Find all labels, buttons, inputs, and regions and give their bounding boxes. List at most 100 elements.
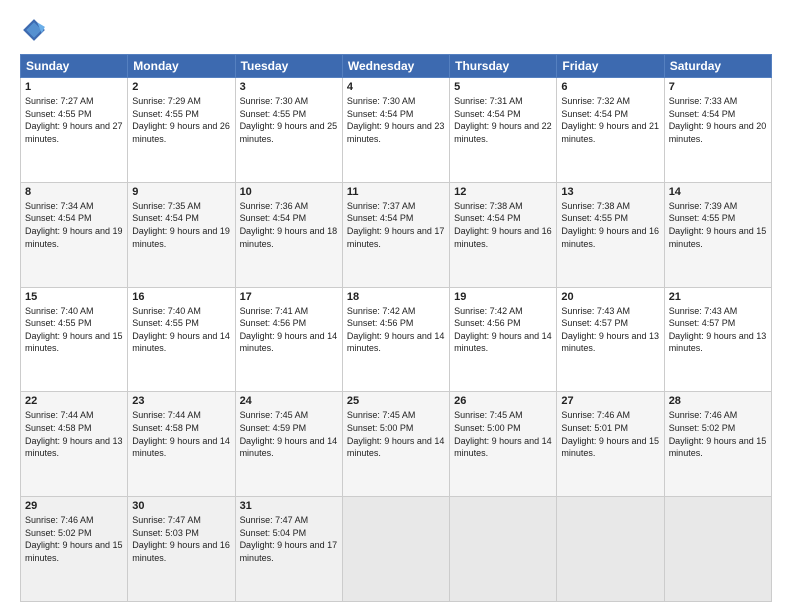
day-info: Sunrise: 7:42 AMSunset: 4:56 PMDaylight:… (454, 306, 552, 354)
day-info: Sunrise: 7:47 AMSunset: 5:04 PMDaylight:… (240, 515, 338, 563)
day-number: 22 (25, 395, 123, 407)
calendar-cell: 9 Sunrise: 7:35 AMSunset: 4:54 PMDayligh… (128, 182, 235, 287)
day-header: Friday (557, 55, 664, 78)
day-info: Sunrise: 7:45 AMSunset: 5:00 PMDaylight:… (347, 410, 445, 458)
day-number: 15 (25, 291, 123, 303)
calendar-week: 8 Sunrise: 7:34 AMSunset: 4:54 PMDayligh… (21, 182, 772, 287)
calendar-cell: 11 Sunrise: 7:37 AMSunset: 4:54 PMDaylig… (342, 182, 449, 287)
day-number: 27 (561, 395, 659, 407)
day-info: Sunrise: 7:41 AMSunset: 4:56 PMDaylight:… (240, 306, 338, 354)
calendar-table: SundayMondayTuesdayWednesdayThursdayFrid… (20, 54, 772, 602)
day-number: 20 (561, 291, 659, 303)
day-number: 31 (240, 500, 338, 512)
day-number: 23 (132, 395, 230, 407)
day-number: 18 (347, 291, 445, 303)
day-info: Sunrise: 7:45 AMSunset: 4:59 PMDaylight:… (240, 410, 338, 458)
calendar-cell: 13 Sunrise: 7:38 AMSunset: 4:55 PMDaylig… (557, 182, 664, 287)
logo (20, 16, 52, 44)
day-info: Sunrise: 7:45 AMSunset: 5:00 PMDaylight:… (454, 410, 552, 458)
day-header: Thursday (450, 55, 557, 78)
day-info: Sunrise: 7:27 AMSunset: 4:55 PMDaylight:… (25, 96, 123, 144)
calendar-cell: 4 Sunrise: 7:30 AMSunset: 4:54 PMDayligh… (342, 78, 449, 183)
calendar-cell: 18 Sunrise: 7:42 AMSunset: 4:56 PMDaylig… (342, 287, 449, 392)
calendar-cell: 31 Sunrise: 7:47 AMSunset: 5:04 PMDaylig… (235, 497, 342, 602)
calendar-cell: 1 Sunrise: 7:27 AMSunset: 4:55 PMDayligh… (21, 78, 128, 183)
day-number: 19 (454, 291, 552, 303)
day-number: 13 (561, 186, 659, 198)
header (20, 16, 772, 44)
day-info: Sunrise: 7:31 AMSunset: 4:54 PMDaylight:… (454, 96, 552, 144)
day-number: 4 (347, 81, 445, 93)
day-number: 2 (132, 81, 230, 93)
day-number: 9 (132, 186, 230, 198)
day-info: Sunrise: 7:30 AMSunset: 4:55 PMDaylight:… (240, 96, 338, 144)
day-number: 24 (240, 395, 338, 407)
calendar-cell: 29 Sunrise: 7:46 AMSunset: 5:02 PMDaylig… (21, 497, 128, 602)
day-number: 12 (454, 186, 552, 198)
day-info: Sunrise: 7:43 AMSunset: 4:57 PMDaylight:… (561, 306, 659, 354)
calendar-week: 22 Sunrise: 7:44 AMSunset: 4:58 PMDaylig… (21, 392, 772, 497)
calendar-cell: 14 Sunrise: 7:39 AMSunset: 4:55 PMDaylig… (664, 182, 771, 287)
day-number: 5 (454, 81, 552, 93)
day-header: Monday (128, 55, 235, 78)
day-number: 29 (25, 500, 123, 512)
day-info: Sunrise: 7:37 AMSunset: 4:54 PMDaylight:… (347, 201, 445, 249)
day-number: 16 (132, 291, 230, 303)
day-number: 6 (561, 81, 659, 93)
logo-icon (20, 16, 48, 44)
day-number: 26 (454, 395, 552, 407)
calendar-cell: 6 Sunrise: 7:32 AMSunset: 4:54 PMDayligh… (557, 78, 664, 183)
calendar-cell: 19 Sunrise: 7:42 AMSunset: 4:56 PMDaylig… (450, 287, 557, 392)
calendar-week: 29 Sunrise: 7:46 AMSunset: 5:02 PMDaylig… (21, 497, 772, 602)
calendar-cell: 2 Sunrise: 7:29 AMSunset: 4:55 PMDayligh… (128, 78, 235, 183)
day-info: Sunrise: 7:46 AMSunset: 5:02 PMDaylight:… (25, 515, 123, 563)
day-number: 17 (240, 291, 338, 303)
page: SundayMondayTuesdayWednesdayThursdayFrid… (0, 0, 792, 612)
day-number: 8 (25, 186, 123, 198)
day-number: 11 (347, 186, 445, 198)
day-info: Sunrise: 7:46 AMSunset: 5:02 PMDaylight:… (669, 410, 767, 458)
day-info: Sunrise: 7:40 AMSunset: 4:55 PMDaylight:… (25, 306, 123, 354)
day-number: 30 (132, 500, 230, 512)
day-info: Sunrise: 7:36 AMSunset: 4:54 PMDaylight:… (240, 201, 338, 249)
calendar-cell: 17 Sunrise: 7:41 AMSunset: 4:56 PMDaylig… (235, 287, 342, 392)
calendar-cell: 30 Sunrise: 7:47 AMSunset: 5:03 PMDaylig… (128, 497, 235, 602)
day-info: Sunrise: 7:38 AMSunset: 4:55 PMDaylight:… (561, 201, 659, 249)
day-number: 7 (669, 81, 767, 93)
calendar-cell: 28 Sunrise: 7:46 AMSunset: 5:02 PMDaylig… (664, 392, 771, 497)
calendar-week: 1 Sunrise: 7:27 AMSunset: 4:55 PMDayligh… (21, 78, 772, 183)
day-info: Sunrise: 7:44 AMSunset: 4:58 PMDaylight:… (132, 410, 230, 458)
calendar-cell (664, 497, 771, 602)
day-number: 21 (669, 291, 767, 303)
day-info: Sunrise: 7:43 AMSunset: 4:57 PMDaylight:… (669, 306, 767, 354)
calendar-cell (342, 497, 449, 602)
day-info: Sunrise: 7:40 AMSunset: 4:55 PMDaylight:… (132, 306, 230, 354)
calendar-cell: 20 Sunrise: 7:43 AMSunset: 4:57 PMDaylig… (557, 287, 664, 392)
calendar-cell: 8 Sunrise: 7:34 AMSunset: 4:54 PMDayligh… (21, 182, 128, 287)
calendar-cell: 26 Sunrise: 7:45 AMSunset: 5:00 PMDaylig… (450, 392, 557, 497)
calendar-cell: 27 Sunrise: 7:46 AMSunset: 5:01 PMDaylig… (557, 392, 664, 497)
day-info: Sunrise: 7:42 AMSunset: 4:56 PMDaylight:… (347, 306, 445, 354)
day-info: Sunrise: 7:46 AMSunset: 5:01 PMDaylight:… (561, 410, 659, 458)
day-info: Sunrise: 7:38 AMSunset: 4:54 PMDaylight:… (454, 201, 552, 249)
calendar-cell: 7 Sunrise: 7:33 AMSunset: 4:54 PMDayligh… (664, 78, 771, 183)
calendar-cell: 23 Sunrise: 7:44 AMSunset: 4:58 PMDaylig… (128, 392, 235, 497)
day-number: 3 (240, 81, 338, 93)
calendar-cell: 22 Sunrise: 7:44 AMSunset: 4:58 PMDaylig… (21, 392, 128, 497)
calendar-cell (557, 497, 664, 602)
calendar-cell: 12 Sunrise: 7:38 AMSunset: 4:54 PMDaylig… (450, 182, 557, 287)
day-header: Sunday (21, 55, 128, 78)
calendar-cell: 5 Sunrise: 7:31 AMSunset: 4:54 PMDayligh… (450, 78, 557, 183)
calendar-week: 15 Sunrise: 7:40 AMSunset: 4:55 PMDaylig… (21, 287, 772, 392)
day-number: 14 (669, 186, 767, 198)
day-info: Sunrise: 7:34 AMSunset: 4:54 PMDaylight:… (25, 201, 123, 249)
day-info: Sunrise: 7:44 AMSunset: 4:58 PMDaylight:… (25, 410, 123, 458)
calendar-cell: 24 Sunrise: 7:45 AMSunset: 4:59 PMDaylig… (235, 392, 342, 497)
day-info: Sunrise: 7:29 AMSunset: 4:55 PMDaylight:… (132, 96, 230, 144)
day-info: Sunrise: 7:35 AMSunset: 4:54 PMDaylight:… (132, 201, 230, 249)
day-info: Sunrise: 7:32 AMSunset: 4:54 PMDaylight:… (561, 96, 659, 144)
day-number: 28 (669, 395, 767, 407)
day-info: Sunrise: 7:33 AMSunset: 4:54 PMDaylight:… (669, 96, 767, 144)
calendar-cell (450, 497, 557, 602)
calendar-cell: 16 Sunrise: 7:40 AMSunset: 4:55 PMDaylig… (128, 287, 235, 392)
